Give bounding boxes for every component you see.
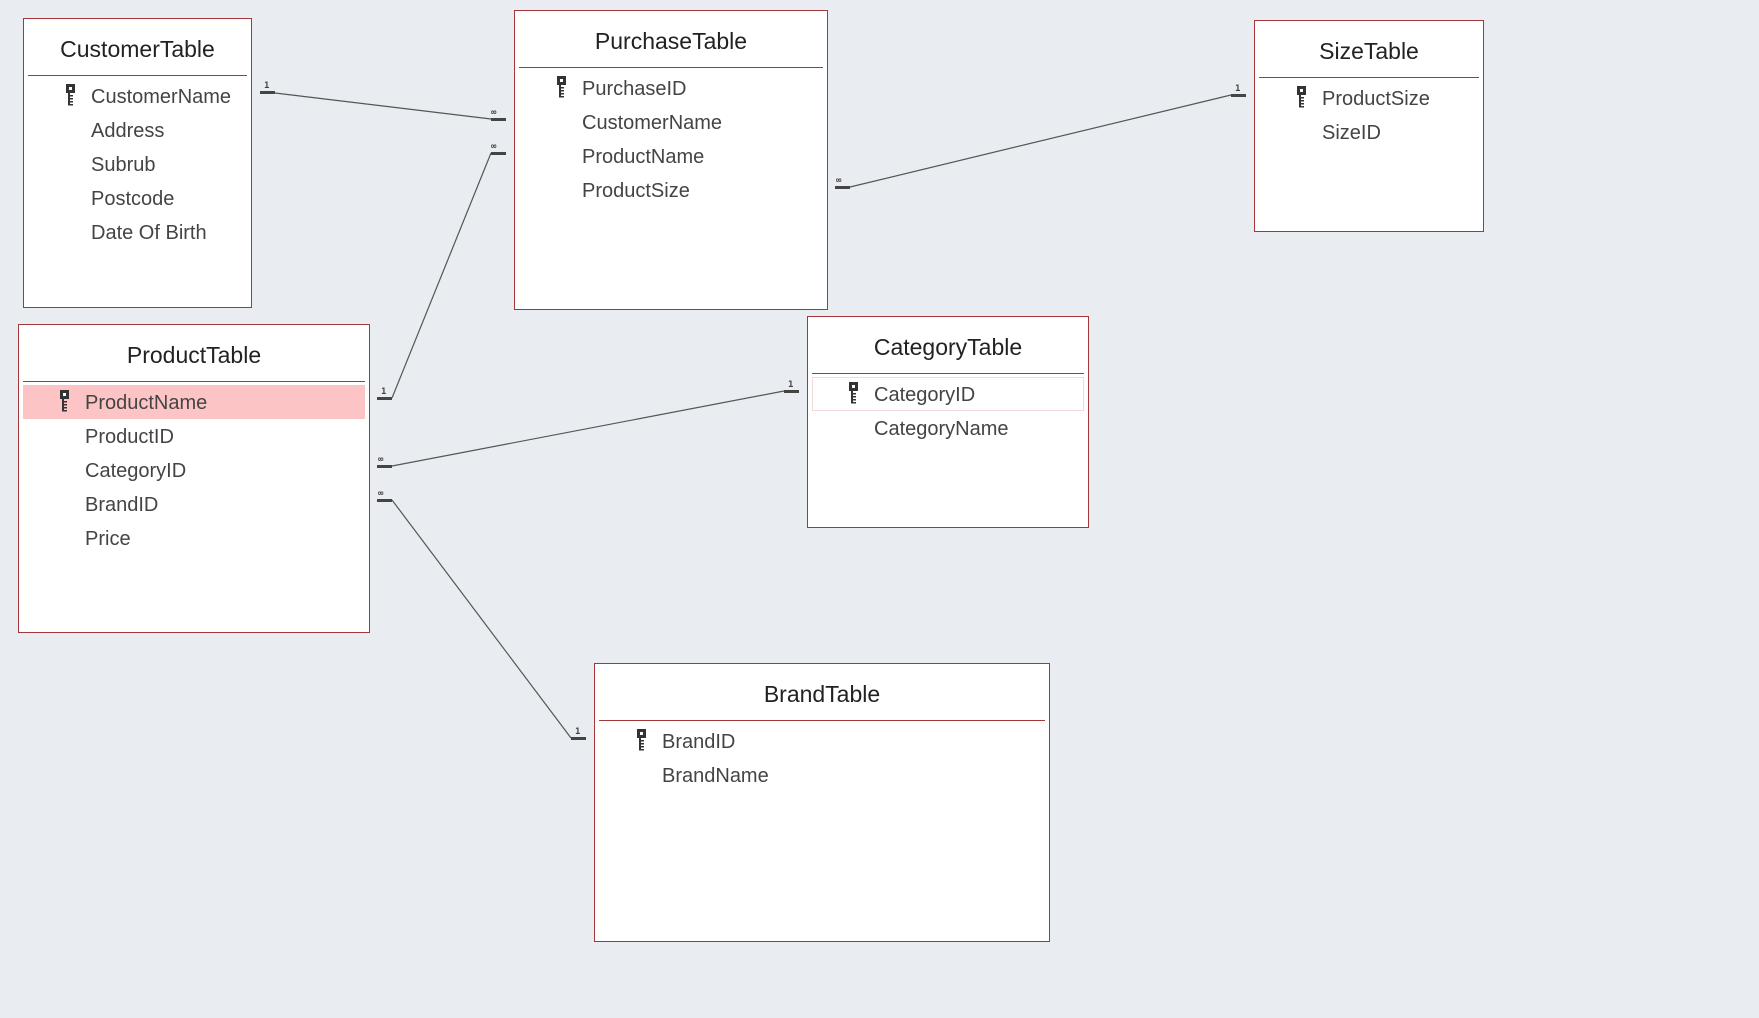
cardinality-many-label: ∞ <box>836 176 842 186</box>
field-name: BrandName <box>662 765 769 787</box>
cardinality-one-label: 1 <box>264 81 269 91</box>
field-row-selected[interactable]: ProductName <box>23 385 365 419</box>
relationship-category-product[interactable]: ∞ 1 <box>377 380 799 468</box>
table-title[interactable]: ProductTable <box>23 325 365 382</box>
field-name: Address <box>91 120 165 142</box>
field-row[interactable]: Postcode <box>28 181 247 215</box>
relationship-brand-product[interactable]: ∞ 1 <box>377 489 586 740</box>
field-name: ProductSize <box>582 180 690 202</box>
field-list: CategoryID CategoryName <box>808 374 1088 445</box>
field-row[interactable]: ProductSize <box>519 173 823 207</box>
field-list: BrandID BrandName <box>595 721 1049 792</box>
table-title[interactable]: CustomerTable <box>28 19 247 76</box>
field-row[interactable]: Price <box>23 521 365 555</box>
field-name: SizeID <box>1322 122 1381 144</box>
field-name: Date Of Birth <box>91 222 207 244</box>
table-title[interactable]: PurchaseTable <box>519 11 823 68</box>
field-row[interactable]: ProductSize <box>1259 81 1479 115</box>
table-size[interactable]: SizeTable ProductSize SizeID <box>1254 20 1484 232</box>
field-row[interactable]: Date Of Birth <box>28 215 247 249</box>
field-row[interactable]: BrandID <box>23 487 365 521</box>
field-name: CategoryID <box>874 384 976 406</box>
cardinality-many-label: ∞ <box>378 489 384 499</box>
field-list: ProductName ProductID CategoryID BrandID… <box>19 382 369 555</box>
field-row[interactable]: Address <box>28 113 247 147</box>
table-title[interactable]: CategoryTable <box>812 317 1084 374</box>
field-name: Postcode <box>91 188 175 210</box>
table-product[interactable]: ProductTable ProductName ProductID Categ… <box>18 324 370 633</box>
cardinality-many-label: ∞ <box>491 108 497 118</box>
field-list: CustomerName Address Subrub Postcode Dat… <box>24 76 251 249</box>
field-name: ProductID <box>85 426 174 448</box>
field-name: CategoryName <box>874 418 1009 440</box>
field-name: CustomerName <box>582 112 723 134</box>
field-row[interactable]: ProductID <box>23 419 365 453</box>
primary-key-icon <box>66 83 76 106</box>
field-name: CategoryID <box>85 460 187 482</box>
field-row[interactable]: SizeID <box>1259 115 1479 149</box>
field-name: CustomerName <box>91 86 232 108</box>
field-name: ProductSize <box>1322 88 1430 110</box>
field-row[interactable]: Subrub <box>28 147 247 181</box>
cardinality-one-label: 1 <box>575 727 580 737</box>
field-list: ProductSize SizeID <box>1255 78 1483 149</box>
table-purchase[interactable]: PurchaseTable PurchaseID CustomerName Pr… <box>514 10 828 310</box>
field-name: BrandID <box>662 731 736 753</box>
table-category[interactable]: CategoryTable CategoryID CategoryName <box>807 316 1089 528</box>
table-title[interactable]: BrandTable <box>599 664 1045 721</box>
field-name: Subrub <box>91 154 156 176</box>
relationship-customer-purchase[interactable]: 1 ∞ <box>260 81 506 121</box>
field-row[interactable]: BrandName <box>599 758 1045 792</box>
cardinality-many-label: ∞ <box>378 455 384 465</box>
field-row[interactable]: CustomerName <box>519 105 823 139</box>
field-row[interactable]: PurchaseID <box>519 71 823 105</box>
relationship-product-purchase[interactable]: 1 ∞ <box>377 142 506 400</box>
field-list: PurchaseID CustomerName ProductName Prod… <box>515 68 827 207</box>
table-title[interactable]: SizeTable <box>1259 21 1479 78</box>
field-name: BrandID <box>85 494 159 516</box>
field-row[interactable]: ProductName <box>519 139 823 173</box>
primary-key-icon <box>849 381 859 404</box>
primary-key-icon <box>637 728 647 751</box>
field-row[interactable]: CategoryID <box>23 453 365 487</box>
cardinality-one-label: 1 <box>788 380 793 390</box>
cardinality-one-label: 1 <box>381 387 386 397</box>
field-row[interactable]: CategoryName <box>812 411 1084 445</box>
relationship-size-purchase[interactable]: ∞ 1 <box>835 84 1246 189</box>
field-name: ProductName <box>582 146 705 168</box>
cardinality-many-label: ∞ <box>491 142 497 152</box>
field-name: Price <box>85 528 131 550</box>
table-customer[interactable]: CustomerTable CustomerName Address Subru… <box>23 18 252 308</box>
primary-key-icon <box>60 389 70 412</box>
primary-key-icon <box>557 75 567 98</box>
field-name: ProductName <box>85 392 208 414</box>
primary-key-icon <box>1297 85 1307 108</box>
table-brand[interactable]: BrandTable BrandID BrandName <box>594 663 1050 942</box>
field-row-focused[interactable]: CategoryID <box>812 377 1084 411</box>
cardinality-one-label: 1 <box>1235 84 1240 94</box>
field-row[interactable]: BrandID <box>599 724 1045 758</box>
field-row[interactable]: CustomerName <box>28 79 247 113</box>
field-name: PurchaseID <box>582 78 687 100</box>
